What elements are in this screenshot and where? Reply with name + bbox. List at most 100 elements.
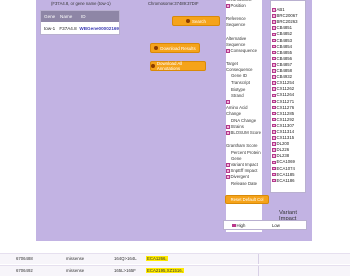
column-option-label: Chromosome <box>226 0 252 2</box>
checkbox-icon[interactable] <box>272 160 276 165</box>
strain-label: BRC20067 <box>276 13 298 19</box>
checkbox-icon[interactable] <box>226 125 230 129</box>
reset-default-columns-button[interactable]: Reset Default Col <box>225 195 269 204</box>
strain-label: CX11307 <box>276 122 295 128</box>
table-row[interactable]: 6706492 missense 165L>165F ECA2195,XZ1516, <box>0 265 350 276</box>
download-results-button[interactable]: Download Results <box>150 43 200 53</box>
checkbox-icon[interactable] <box>272 69 276 73</box>
column-option[interactable]: Sequence <box>226 22 245 27</box>
checkbox-icon[interactable] <box>272 14 276 18</box>
column-option-label: Target <box>226 61 238 66</box>
result-strains: ECA2195,XZ1516, <box>146 268 184 273</box>
checkbox-icon[interactable] <box>272 172 276 177</box>
column-option-label: Strand <box>231 93 244 98</box>
column-option[interactable]: Gene ID <box>231 73 247 78</box>
column-option[interactable]: BLOSUM Score <box>226 130 261 135</box>
download-icon <box>154 46 159 50</box>
checkbox-icon[interactable] <box>272 93 276 98</box>
column-option-label: Variant Impact <box>230 162 258 167</box>
checkbox-icon[interactable] <box>272 130 276 134</box>
download-all-annotations-button[interactable]: Download All Annotations <box>150 61 206 71</box>
column-option[interactable]: Variant Impact <box>226 162 258 167</box>
checkbox-icon[interactable] <box>272 123 276 128</box>
column-option-label: Grantham Score <box>226 143 258 148</box>
result-consequence: missense <box>66 268 85 273</box>
column-option[interactable]: Transcript <box>231 80 250 85</box>
impact-high-option[interactable]: High <box>232 223 272 228</box>
strain-label: CB4858 <box>276 68 293 74</box>
checkbox-icon[interactable] <box>272 154 276 158</box>
checkbox-icon[interactable] <box>226 175 230 179</box>
checkbox-icon[interactable] <box>226 100 230 104</box>
column-option[interactable]: Consequence <box>226 67 253 72</box>
column-option[interactable]: Target <box>226 61 238 66</box>
gene-table-header: Gene Name ID <box>41 11 119 22</box>
column-option-label: Change <box>226 111 242 116</box>
column-option[interactable]: Release Date <box>231 181 257 186</box>
strain-label: CX11314 <box>276 128 295 134</box>
checkbox-icon[interactable] <box>272 50 276 55</box>
checkbox-icon[interactable] <box>272 75 276 79</box>
column-option[interactable]: Position <box>226 3 246 8</box>
column-id: ID <box>81 14 86 19</box>
checkbox-icon[interactable] <box>272 136 276 140</box>
checkbox-icon[interactable] <box>272 105 276 110</box>
checkbox-icon[interactable] <box>226 131 230 135</box>
table-row[interactable]: 6706488 missense 164Q>164L ECA1266, <box>0 253 350 264</box>
checkbox-icon[interactable] <box>272 32 276 37</box>
column-option[interactable]: Change <box>226 111 241 116</box>
column-option[interactable] <box>226 99 231 104</box>
checkbox-icon[interactable] <box>272 87 276 91</box>
column-option[interactable]: Sequence <box>226 42 245 47</box>
checkbox-icon[interactable] <box>232 223 236 228</box>
gene-id-link[interactable]: WBGene00002169 <box>77 26 119 31</box>
search-button[interactable]: Search <box>172 16 220 26</box>
column-option-label: Divergent <box>230 174 249 179</box>
strain-list[interactable]: AB1 BRC20067 BRC20263 CB4851 CB4852 CB4853 CB4… <box>270 0 306 193</box>
checkbox-icon[interactable] <box>226 4 230 8</box>
column-option-label: Release Date <box>231 181 258 186</box>
checkbox-icon[interactable] <box>272 44 276 49</box>
name-cell: F37A4.8 <box>59 25 77 31</box>
checkbox-icon[interactable] <box>272 99 276 104</box>
result-change: 165L>165F <box>114 268 136 273</box>
column-option[interactable]: Percent Protein <box>231 150 261 155</box>
checkbox-icon[interactable] <box>226 49 230 53</box>
column-option[interactable]: Amino Acid <box>226 105 248 110</box>
strain-label: CB4854 <box>276 43 293 49</box>
checkbox-icon[interactable] <box>272 38 276 43</box>
checkbox-icon[interactable] <box>272 20 276 24</box>
search-hint: (F37A4.8, or gene name (tow-1) <box>51 1 111 6</box>
table-row[interactable]: tow-1 F37A4.8 WBGene00002169 <box>41 22 119 34</box>
checkbox-icon[interactable] <box>272 117 276 122</box>
checkbox-icon[interactable] <box>272 26 276 30</box>
checkbox-icon[interactable] <box>272 111 276 116</box>
checkbox-icon[interactable] <box>272 56 276 61</box>
column-option[interactable]: Consequence <box>226 48 257 53</box>
impact-low-option[interactable]: Low <box>272 223 280 228</box>
column-option[interactable]: Strand <box>231 93 244 98</box>
column-option[interactable]: SnpEff Impact <box>226 168 257 173</box>
strain-label: CX11315 <box>276 135 295 141</box>
column-option[interactable]: DNA Change <box>231 118 256 123</box>
strain-option[interactable]: ECA1186 <box>271 178 305 184</box>
checkbox-icon[interactable] <box>226 169 230 173</box>
checkbox-icon[interactable] <box>272 63 276 67</box>
checkbox-icon[interactable] <box>226 163 230 167</box>
checkbox-icon[interactable] <box>272 148 276 152</box>
checkbox-icon[interactable] <box>272 142 276 146</box>
column-option-label: Consequence <box>226 67 253 72</box>
checkbox-icon[interactable] <box>272 8 276 12</box>
column-option[interactable]: Gene <box>231 156 242 161</box>
column-option[interactable]: Biotype <box>231 87 245 92</box>
checkbox-icon[interactable] <box>272 166 276 171</box>
column-option[interactable]: Strains <box>226 124 244 129</box>
checkbox-icon[interactable] <box>272 178 276 183</box>
strain-label: DL238 <box>276 153 290 159</box>
column-option[interactable]: Alternative <box>226 36 246 41</box>
column-option[interactable]: Reference <box>226 16 246 21</box>
column-option[interactable]: Grantham Score <box>226 143 258 148</box>
column-option[interactable]: Divergent <box>226 174 249 179</box>
column-option[interactable]: Chromosome <box>226 0 252 2</box>
checkbox-icon[interactable] <box>272 81 276 85</box>
